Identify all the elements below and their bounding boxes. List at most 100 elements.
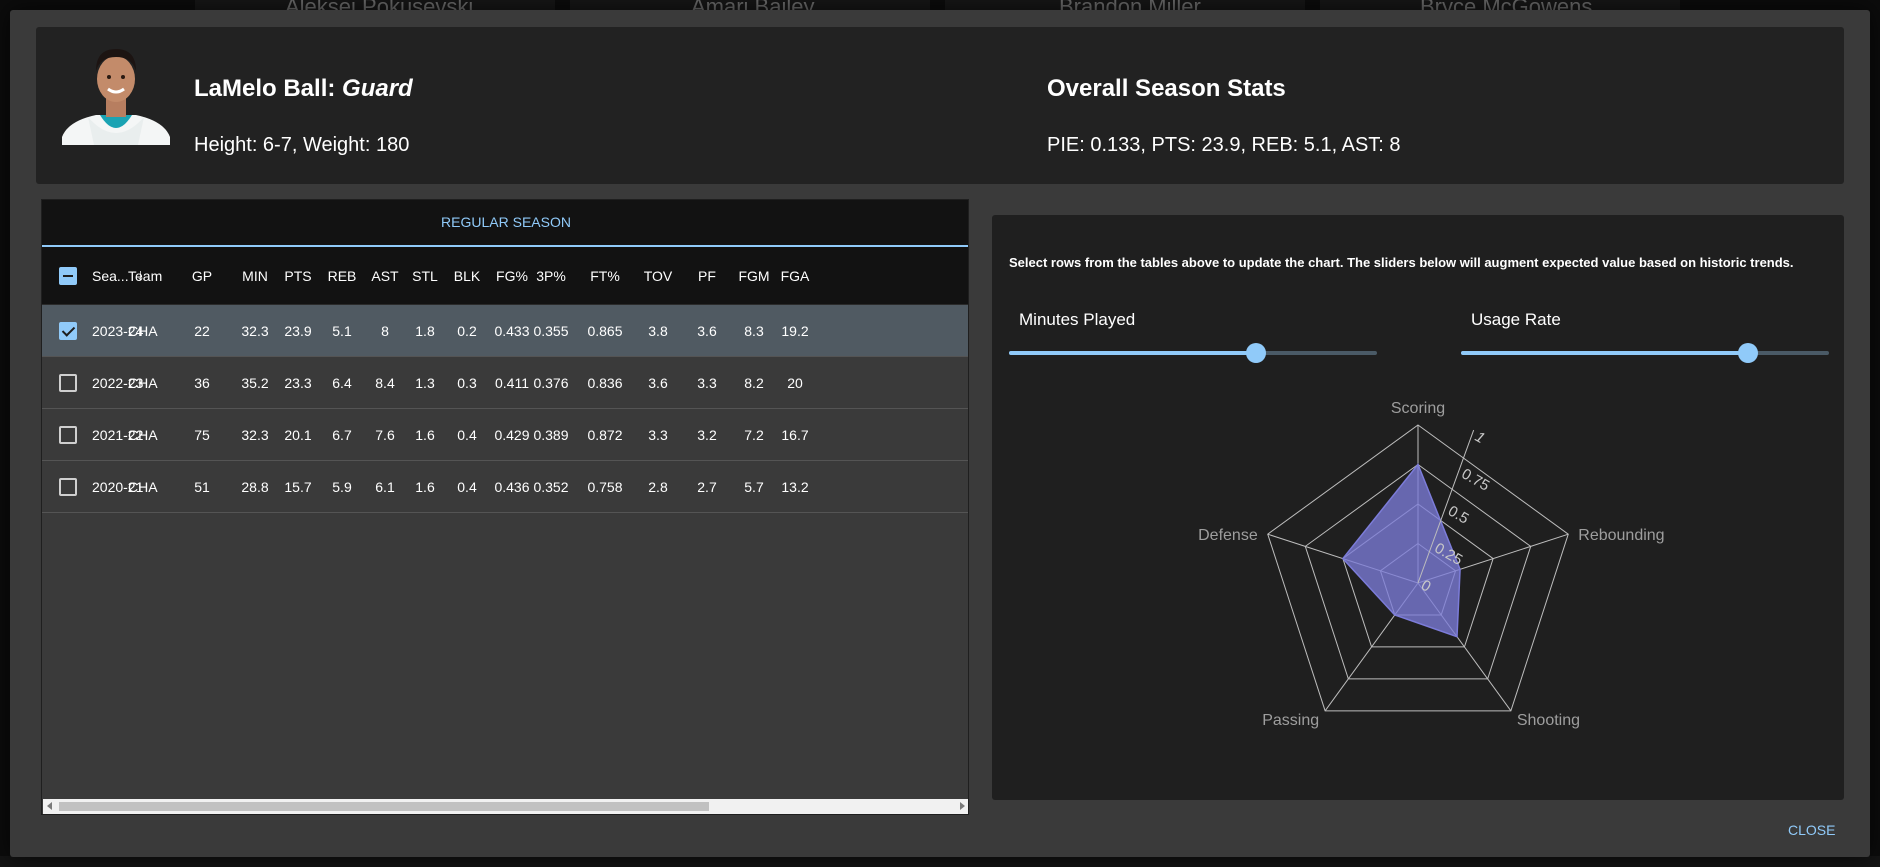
table-row[interactable]: 2023-24 CHA 22 32.3 23.9 5.1 8 1.8 0.2 0.433 0.355… — [42, 305, 968, 357]
table-cell: 5.7 — [744, 478, 764, 495]
column-header[interactable]: REB — [322, 247, 362, 304]
table-cell: 8.4 — [375, 374, 395, 391]
slider-track — [1009, 351, 1256, 355]
table-row[interactable]: 2022-23 CHA 36 35.2 23.3 6.4 8.4 1.3 0.3 0.411 0.3… — [42, 357, 968, 409]
column-header[interactable]: GP — [184, 247, 220, 304]
table-cell: 3.8 — [648, 322, 668, 339]
table-cell: 13.2 — [781, 478, 809, 495]
player-name-heading: LaMelo Ball: Guard — [194, 75, 413, 102]
table-cell: 0.758 — [587, 478, 623, 495]
chart-instructions: Select rows from the tables above to upd… — [1009, 255, 1794, 270]
column-header[interactable]: FGA — [773, 247, 817, 304]
column-header[interactable]: AST — [365, 247, 405, 304]
table-cell: 5.9 — [332, 478, 352, 495]
player-name: LaMelo Ball — [194, 75, 328, 102]
slider-thumb[interactable] — [1245, 343, 1266, 363]
column-header-label: GP — [191, 267, 213, 284]
column-header[interactable]: PF — [687, 247, 727, 304]
select-all-checkbox[interactable] — [59, 266, 77, 285]
minutes-played-slider[interactable] — [1009, 343, 1377, 363]
table-cell: 8.3 — [744, 322, 764, 339]
table-header-row: Sea... ↓ Team GP MIN PTS REB AST STL BLK FG% 3P% FT%… — [42, 247, 968, 305]
table-cell: CHA — [128, 426, 158, 443]
row-checkbox[interactable] — [59, 425, 77, 444]
column-header[interactable]: Team — [128, 247, 184, 304]
table-cell: 6.7 — [332, 426, 352, 443]
overall-stats-text: PIE: 0.133, PTS: 23.9, REB: 5.1, AST: 8 — [1047, 134, 1401, 156]
column-header[interactable]: FGM — [732, 247, 776, 304]
column-header-label: FGA — [780, 267, 810, 284]
table-row[interactable]: 2020-21 CHA 51 28.8 15.7 5.9 6.1 1.6 0.4 0.436 0.3… — [42, 461, 968, 513]
radar-axis-label: Scoring — [1391, 400, 1445, 417]
usage-rate-label: Usage Rate — [1471, 310, 1561, 329]
close-button[interactable]: Close — [1788, 822, 1835, 838]
table-cell: 22 — [194, 322, 210, 339]
column-header-label: MIN — [242, 267, 268, 284]
table-cell: 2.7 — [697, 478, 717, 495]
column-header[interactable]: BLK — [447, 247, 487, 304]
radar-axis-label: Passing — [1262, 712, 1319, 729]
column-header[interactable]: 3P% — [526, 247, 576, 304]
table-cell: 23.9 — [284, 322, 312, 339]
table-cell: 0.3 — [457, 374, 477, 391]
table-cell: 0.4 — [457, 478, 477, 495]
horizontal-scrollbar[interactable] — [43, 799, 968, 814]
column-header[interactable]: STL — [405, 247, 445, 304]
column-header[interactable]: MIN — [235, 247, 275, 304]
column-header-label: BLK — [453, 267, 481, 284]
table-cell: 1.8 — [415, 322, 435, 339]
select-all-cell — [58, 247, 78, 304]
column-header[interactable]: PTS — [276, 247, 320, 304]
table-row[interactable]: 2021-22 CHA 75 32.3 20.1 6.7 7.6 1.6 0.4 0.429 0.3… — [42, 409, 968, 461]
table-cell: 32.3 — [241, 322, 269, 339]
column-header-label: STL — [412, 267, 438, 284]
background-strip — [0, 856, 1880, 867]
radar-axis-label: Defense — [1198, 527, 1258, 544]
table-cell: 36 — [194, 374, 210, 391]
column-header-label: FT% — [590, 267, 620, 284]
table-cell: 1.6 — [415, 478, 435, 495]
table-cell: 3.3 — [648, 426, 668, 443]
player-dialog: LaMelo Ball: Guard Height: 6-7, Weight: … — [10, 10, 1870, 857]
player-header-card: LaMelo Ball: Guard Height: 6-7, Weight: … — [36, 27, 1844, 184]
radar-tick-label: 1 — [1472, 428, 1488, 447]
column-header-label: FGM — [738, 267, 770, 284]
player-headshot-icon — [58, 41, 174, 145]
table-cell: 0.4 — [457, 426, 477, 443]
usage-rate-slider[interactable] — [1461, 343, 1829, 363]
column-header-label: REB — [327, 267, 357, 284]
row-select-cell — [58, 305, 78, 356]
column-header-label: PF — [698, 267, 716, 284]
row-checkbox[interactable] — [59, 373, 77, 392]
column-header-label: 3P% — [536, 267, 566, 284]
table-cell: 0.836 — [587, 374, 623, 391]
table-cell: 3.6 — [648, 374, 668, 391]
column-header-label: TOV — [643, 267, 673, 284]
chart-panel: Select rows from the tables above to upd… — [992, 215, 1844, 800]
table-cell: 23.3 — [284, 374, 312, 391]
table-cell: 20 — [787, 374, 803, 391]
scroll-right-icon[interactable] — [960, 802, 965, 810]
row-checkbox[interactable] — [59, 477, 77, 496]
table-cell: CHA — [128, 478, 158, 495]
table-cell: 35.2 — [241, 374, 269, 391]
table-cell: CHA — [128, 322, 158, 339]
scroll-left-icon[interactable] — [47, 802, 52, 810]
table-cell: 6.1 — [375, 478, 395, 495]
season-stats-table-panel: REGULAR SEASON Sea... ↓ Team GP MIN PTS REB AST… — [41, 199, 969, 815]
table-cell: 0.865 — [587, 322, 623, 339]
player-position: Guard — [342, 75, 413, 102]
player-size-text: Height: 6-7, Weight: 180 — [194, 134, 410, 156]
slider-thumb[interactable] — [1738, 343, 1759, 363]
table-cell: 1.3 — [415, 374, 435, 391]
scrollbar-thumb[interactable] — [59, 802, 709, 811]
radar-tick-label: 0.75 — [1459, 465, 1493, 494]
column-header[interactable]: TOV — [632, 247, 684, 304]
tab-regular-season[interactable]: REGULAR SEASON — [42, 200, 968, 245]
row-checkbox[interactable] — [59, 321, 77, 340]
column-header[interactable]: FT% — [579, 247, 631, 304]
table-cell: 28.8 — [241, 478, 269, 495]
table-cell: 0.2 — [457, 322, 477, 339]
season-tabs: REGULAR SEASON — [42, 200, 968, 247]
column-header-label: Team — [128, 267, 163, 284]
